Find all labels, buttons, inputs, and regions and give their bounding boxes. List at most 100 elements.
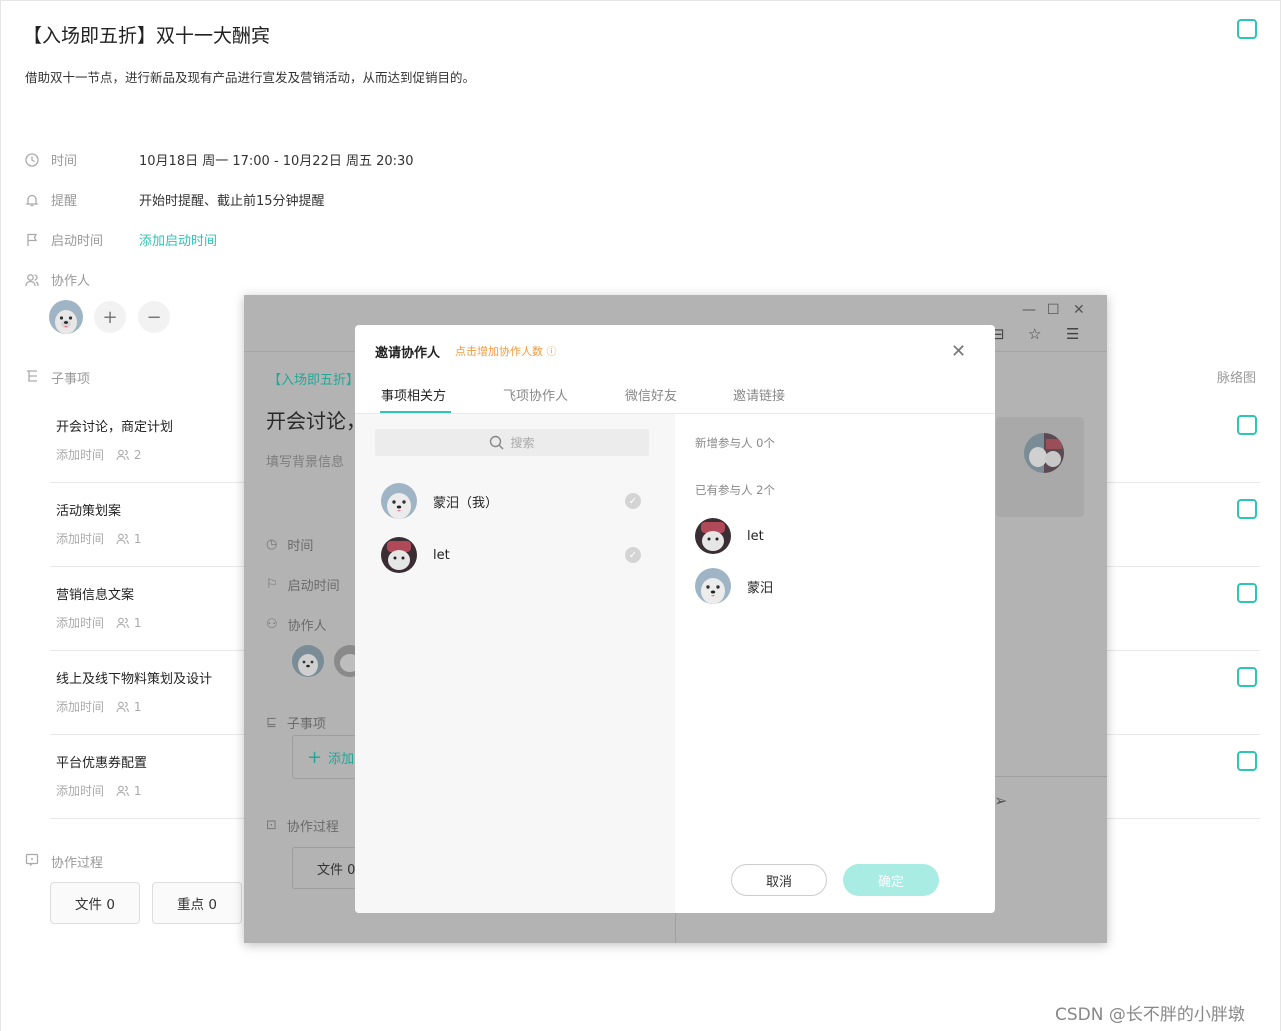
hint-text: 点击增加协作人数 <box>455 345 543 358</box>
collaborator-card <box>996 417 1084 517</box>
watermark: CSDN @长不胖的小胖墩 <box>1055 1005 1245 1025</box>
tab-wechat-friends[interactable]: 微信好友 <box>625 385 677 404</box>
subtask-name: 开会讨论，商定计划 <box>56 420 174 435</box>
subtask-add-time[interactable]: 添加时间 <box>56 530 104 547</box>
reminder-label: 提醒 <box>51 194 78 209</box>
tab-related-parties[interactable]: 事项相关方 <box>381 385 446 404</box>
people-icon <box>116 533 129 544</box>
process-label: 协作过程 <box>51 856 104 871</box>
subtask-heading: 开会讨论， <box>266 409 366 433</box>
subtask-name: 营销信息文案 <box>56 588 135 603</box>
bg-time-label: 时间 <box>287 539 314 554</box>
window-close-icon[interactable]: ✕ <box>1073 302 1085 318</box>
avatar <box>381 483 417 519</box>
subtask-add-time[interactable]: 添加时间 <box>56 782 104 799</box>
participant-name: let <box>747 528 764 544</box>
subtask-people-count: 1 <box>133 615 142 630</box>
key-points-button[interactable]: 重点 0 <box>152 882 242 924</box>
bg-add-label: 添加 <box>328 751 355 767</box>
tab-feixiang-collaborators[interactable]: 飞项协作人 <box>503 385 568 404</box>
people-icon <box>25 273 39 287</box>
candidate-name: 蒙汨（我） <box>433 495 499 511</box>
collaborators-label: 协作人 <box>51 274 91 289</box>
check-icon[interactable]: ✓ <box>625 493 641 509</box>
comment-divider <box>994 776 1107 777</box>
search-input[interactable]: 搜索 <box>375 429 649 456</box>
bell-icon <box>25 193 39 207</box>
subtask-checkbox[interactable] <box>1237 415 1257 435</box>
check-icon[interactable]: ✓ <box>625 547 641 563</box>
subtask-checkbox[interactable] <box>1237 583 1257 603</box>
minimize-icon[interactable]: — <box>1022 302 1036 318</box>
subtask-people-count: 1 <box>133 699 142 714</box>
task-description: 借助双十一节点，进行新品及现有产品进行宣发及营销活动，从而达到促销目的。 <box>25 70 476 85</box>
background-info-placeholder[interactable]: 填写背景信息 <box>266 451 344 470</box>
bg-start-label: 启动时间 <box>287 579 340 594</box>
subtask-add-time[interactable]: 添加时间 <box>56 446 104 463</box>
existing-participant: 蒙汨 <box>695 568 773 604</box>
subtask-name: 线上及线下物料策划及设计 <box>56 672 213 687</box>
cancel-button[interactable]: 取消 <box>731 864 827 896</box>
bg-process-row: ⊡ 协作过程 <box>266 816 339 835</box>
parent-task-tag[interactable]: 【入场即五折】 <box>268 369 359 388</box>
bg-add-subtask-button[interactable]: + 添加 <box>292 735 362 779</box>
bg-collaborator-avatar[interactable] <box>292 645 324 677</box>
chat-icon <box>25 853 39 871</box>
bg-start-row[interactable]: ⚐ 启动时间 <box>266 575 340 594</box>
confirm-button[interactable]: 确定 <box>843 864 939 896</box>
add-start-time-link[interactable]: 添加启动时间 <box>139 230 217 249</box>
maximize-icon[interactable]: ☐ <box>1047 302 1060 318</box>
collaborators-row: 协作人 <box>25 270 139 289</box>
bg-files-button[interactable]: 文件 0 <box>292 847 362 889</box>
close-icon[interactable]: ✕ <box>951 341 966 362</box>
bg-sub-label: 子事项 <box>286 717 326 732</box>
send-icon[interactable]: ➢ <box>994 791 1007 810</box>
existing-participant: let <box>695 518 764 554</box>
task-complete-checkbox[interactable] <box>1237 19 1257 39</box>
existing-participants-count: 已有参与人 2个 <box>695 483 775 497</box>
subtask-people-count: 2 <box>133 447 142 462</box>
start-time-row[interactable]: 启动时间 添加启动时间 <box>25 230 217 249</box>
add-collaborator-button[interactable]: + <box>94 301 126 333</box>
avatar <box>381 537 417 573</box>
subtask-checkbox[interactable] <box>1237 499 1257 519</box>
tree-icon: ⊑ <box>266 715 277 730</box>
subtask-add-time[interactable]: 添加时间 <box>56 614 104 631</box>
mindmap-link[interactable]: 脉络图 <box>1217 367 1256 386</box>
chat-icon: ⊡ <box>266 818 277 833</box>
time-row[interactable]: 时间 10月18日 周一 17:00 - 10月22日 周五 20:30 <box>25 150 414 169</box>
people-icon: ⚇ <box>266 617 278 632</box>
people-icon <box>116 785 129 796</box>
subtask-add-time[interactable]: 添加时间 <box>56 698 104 715</box>
subtask-checkbox[interactable] <box>1237 667 1257 687</box>
reminder-value[interactable]: 开始时提醒、截止前15分钟提醒 <box>139 190 325 209</box>
files-button[interactable]: 文件 0 <box>50 882 140 924</box>
people-icon <box>116 701 129 712</box>
time-value[interactable]: 10月18日 周一 17:00 - 10月22日 周五 20:30 <box>139 150 414 169</box>
tab-invite-link[interactable]: 邀请链接 <box>733 385 785 404</box>
subtask-name: 活动策划案 <box>56 504 122 519</box>
subtask-checkbox[interactable] <box>1237 751 1257 771</box>
subtask-name: 平台优惠券配置 <box>56 756 148 771</box>
collaborator-avatar[interactable] <box>49 300 83 334</box>
start-time-label: 启动时间 <box>51 234 104 249</box>
clock-icon <box>25 152 39 167</box>
star-icon[interactable]: ☆ <box>1028 325 1041 343</box>
bg-file-label: 文件 0 <box>317 862 356 878</box>
candidate-item[interactable]: 蒙汨（我） ✓ <box>381 482 651 520</box>
reminder-row[interactable]: 提醒 开始时提醒、截止前15分钟提醒 <box>25 190 325 209</box>
remove-collaborator-button[interactable]: − <box>138 301 170 333</box>
subtasks-header: 子事项 <box>25 368 90 387</box>
menu-icon[interactable]: ☰ <box>1066 325 1079 343</box>
participant-name: 蒙汨 <box>747 580 774 596</box>
clock-icon: ◷ <box>266 537 278 552</box>
bg-collab-label: 协作人 <box>287 619 327 634</box>
increase-collaborators-hint[interactable]: 点击增加协作人数 ⓘ <box>455 343 557 359</box>
candidate-item[interactable]: let ✓ <box>381 536 651 574</box>
bg-time-row[interactable]: ◷ 时间 <box>266 535 313 554</box>
dialog-title: 邀请协作人 <box>375 346 441 361</box>
tree-icon <box>25 369 39 387</box>
dialog-tabs: 事项相关方 飞项协作人 微信好友 邀请链接 <box>355 381 995 414</box>
process-header: 协作过程 <box>25 852 103 871</box>
bg-process-label: 协作过程 <box>286 820 339 835</box>
